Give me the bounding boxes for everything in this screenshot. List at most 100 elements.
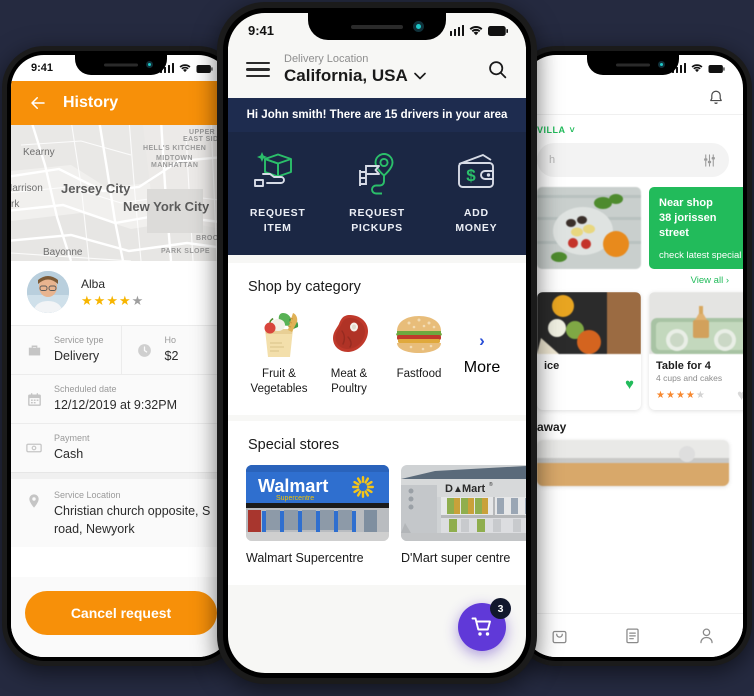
wifi-icon bbox=[469, 25, 483, 35]
battery-icon bbox=[488, 25, 508, 36]
quick-actions: REQUEST ITEM REQUEST PICKUPS $ ADD MONEY bbox=[228, 132, 526, 256]
detail-label: Ho bbox=[164, 335, 177, 345]
food-photo bbox=[537, 292, 641, 354]
shopping-cart-icon bbox=[471, 617, 491, 636]
action-label: REQUEST PICKUPS bbox=[349, 206, 405, 235]
takeaway-banner-photo[interactable] bbox=[537, 440, 729, 486]
heart-filled-icon[interactable]: ♥ bbox=[625, 377, 634, 392]
store-card[interactable]: Walmart Supercentre Walmart Supercentre bbox=[246, 465, 389, 565]
right-location[interactable]: VILLA ˅ bbox=[523, 115, 743, 141]
detail-label: Service Location bbox=[54, 490, 121, 500]
category-label: Fruit & Vegetables bbox=[251, 367, 308, 397]
right-app-bar bbox=[523, 81, 743, 115]
product-card[interactable]: Table for 4 4 cups and cakes ★ ★ ★ ★ ★ ♥ bbox=[649, 292, 743, 410]
product-card[interactable]: ice ♥ bbox=[537, 292, 641, 410]
category-label: Fastfood bbox=[397, 367, 442, 382]
earpiece-speaker bbox=[104, 63, 138, 67]
section-divider bbox=[11, 472, 231, 479]
category-label: Meat & Poultry bbox=[331, 367, 367, 397]
location-label: Delivery Location bbox=[284, 53, 369, 65]
more-label: More bbox=[463, 359, 501, 377]
request-item-action[interactable]: REQUEST ITEM bbox=[228, 150, 327, 235]
category-fastfood[interactable]: Fastfood bbox=[384, 309, 454, 382]
back-arrow-icon[interactable] bbox=[29, 94, 47, 112]
category-fruit-vegetables[interactable]: Fruit & Vegetables bbox=[244, 309, 314, 397]
wifi-icon bbox=[179, 64, 191, 73]
filter-sliders-icon[interactable] bbox=[702, 153, 717, 168]
driver-meta: Alba ★ ★ ★ ★ ★ bbox=[81, 277, 143, 307]
cancel-request-button[interactable]: Cancel request bbox=[25, 591, 217, 635]
product-body: Table for 4 4 cups and cakes ★ ★ ★ ★ ★ ♥ bbox=[649, 354, 743, 410]
view-all-link[interactable]: View all › bbox=[523, 269, 743, 286]
store-card[interactable]: D ▲ Mart ® D'Mart super centre bbox=[401, 465, 526, 565]
profile-icon[interactable] bbox=[697, 626, 716, 645]
dmart-storefront-photo: D ▲ Mart ® bbox=[401, 465, 526, 542]
product-meta: ★ ★ ★ ★ ★ ♥ bbox=[656, 388, 743, 403]
action-line2: PICKUPS bbox=[351, 221, 403, 234]
center-phone-screen: 9:41 Delivery Location California, USA H… bbox=[228, 13, 526, 673]
search-icon[interactable] bbox=[487, 59, 508, 80]
hamburger-menu-icon[interactable] bbox=[246, 61, 270, 78]
location-block[interactable]: Delivery Location California, USA bbox=[284, 53, 473, 86]
request-pickups-action[interactable]: REQUEST PICKUPS bbox=[327, 150, 426, 235]
section-title-takeaway: away bbox=[537, 420, 567, 434]
home-header: Delivery Location California, USA bbox=[228, 47, 526, 98]
detail-text: Service Location Christian church opposi… bbox=[54, 490, 218, 538]
product-subtitle: 4 cups and cakes bbox=[656, 373, 723, 383]
stores-list: Walmart Supercentre Walmart Supercentre … bbox=[228, 453, 526, 585]
bag-icon[interactable] bbox=[550, 626, 569, 645]
meat-icon bbox=[333, 315, 368, 353]
food-photo[interactable] bbox=[537, 187, 641, 269]
heart-outline-icon[interactable]: ♥ bbox=[737, 388, 743, 403]
front-camera bbox=[146, 61, 153, 68]
detail-text: Scheduled date 12/12/2019 at 9:32PM bbox=[54, 384, 177, 414]
cancel-button-area: Cancel request bbox=[11, 577, 231, 657]
category-panel: Shop by category Fruit & Vegetables Meat… bbox=[228, 263, 526, 416]
front-camera bbox=[658, 61, 665, 68]
detail-value: 12/12/2019 at 9:32PM bbox=[54, 398, 178, 412]
map-label: MIDTOWN bbox=[156, 155, 193, 162]
product-meta: ♥ bbox=[544, 377, 634, 392]
center-phone-home: 9:41 Delivery Location California, USA H… bbox=[217, 2, 537, 684]
driver-name: Alba bbox=[81, 277, 106, 291]
status-icons bbox=[159, 63, 232, 73]
near-shop-promo-card[interactable]: Near shop 38 jorissen street check lates… bbox=[649, 187, 743, 269]
notification-bell-icon[interactable] bbox=[707, 89, 725, 107]
detail-service-location[interactable]: Service Location Christian church opposi… bbox=[11, 479, 231, 548]
search-input[interactable]: h bbox=[537, 143, 729, 177]
detail-service-type[interactable]: Service type Delivery bbox=[11, 326, 122, 374]
status-icons bbox=[671, 63, 744, 73]
right-phone-bezel: VILLA ˅ h Near shop 38 jorissen street c… bbox=[519, 51, 747, 661]
detail-value: Cash bbox=[54, 447, 84, 461]
detail-value: Delivery bbox=[54, 349, 100, 363]
detail-hours-price[interactable]: Ho $2 bbox=[122, 326, 232, 374]
right-phone-screen: VILLA ˅ h Near shop 38 jorissen street c… bbox=[523, 55, 743, 657]
add-money-action[interactable]: $ ADD MONEY bbox=[427, 150, 526, 235]
svg-text:®: ® bbox=[489, 481, 493, 488]
category-meat-poultry[interactable]: Meat & Poultry bbox=[314, 309, 384, 397]
detail-scheduled-date[interactable]: Scheduled date 12/12/2019 at 9:32PM bbox=[11, 374, 231, 423]
action-line2: ITEM bbox=[263, 221, 292, 234]
category-more[interactable]: › More bbox=[454, 309, 510, 377]
detail-label: Payment bbox=[54, 433, 90, 443]
promo-subtitle: 38 jorissen street bbox=[659, 211, 717, 239]
map-label: PARK SLOPE bbox=[161, 248, 210, 255]
cart-fab[interactable]: 3 bbox=[458, 598, 511, 651]
chevron-right-icon: › bbox=[479, 331, 485, 351]
orders-icon[interactable] bbox=[623, 626, 642, 645]
map-label: Kearny bbox=[23, 147, 55, 158]
chevron-down-icon: ˅ bbox=[569, 125, 576, 135]
svg-text:D: D bbox=[445, 483, 453, 495]
category-line1: Fruit & bbox=[262, 368, 296, 381]
bottom-navigation bbox=[523, 613, 743, 657]
svg-text:Walmart: Walmart bbox=[258, 476, 328, 496]
location-text: VILLA bbox=[537, 125, 566, 135]
map-label: Harrison bbox=[11, 183, 43, 194]
request-item-icon bbox=[253, 152, 292, 187]
location-value-row: California, USA bbox=[284, 66, 473, 86]
right-notch bbox=[587, 55, 679, 75]
category-line1: Meat & bbox=[330, 368, 368, 381]
history-map[interactable]: Kearny Harrison rk Jersey City New York … bbox=[11, 125, 231, 261]
right-phone-shop: VILLA ˅ h Near shop 38 jorissen street c… bbox=[514, 46, 752, 666]
detail-payment[interactable]: Payment Cash bbox=[11, 423, 231, 472]
